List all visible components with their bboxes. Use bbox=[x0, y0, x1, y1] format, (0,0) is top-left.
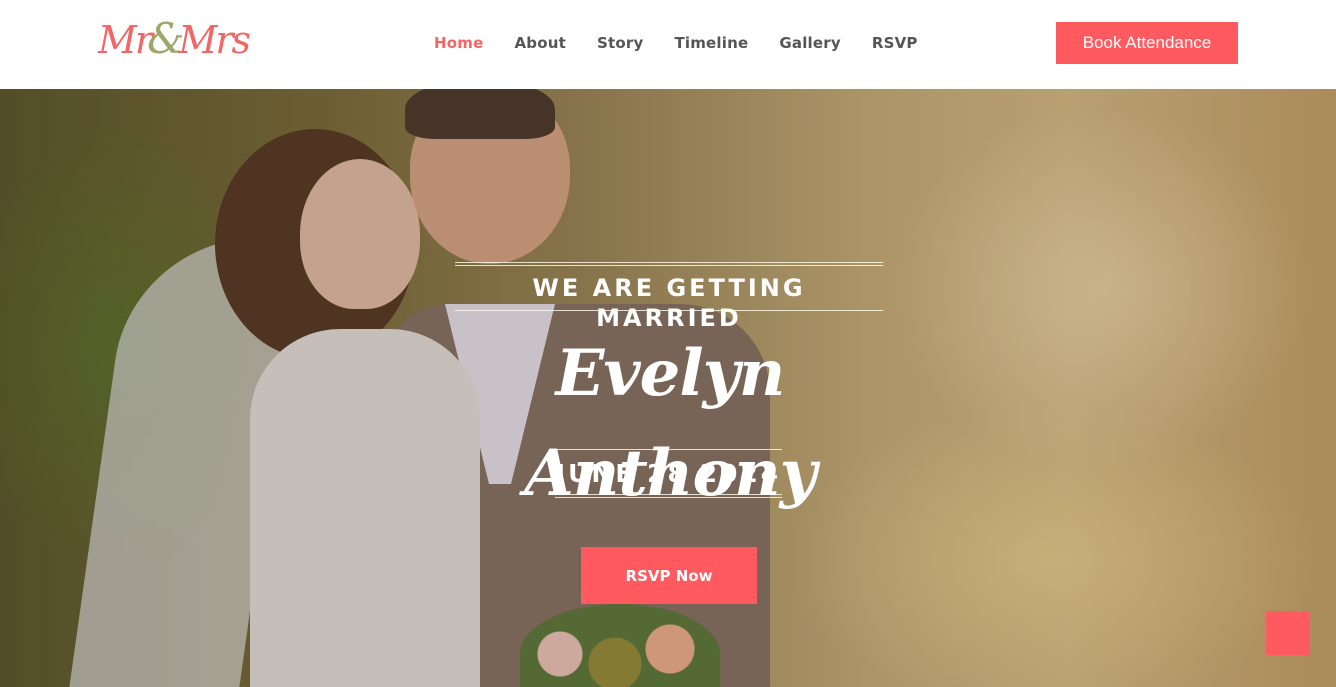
nav-item-home[interactable]: Home bbox=[434, 30, 483, 56]
navbar: Mr&Mrs Home About Story Timeline Gallery… bbox=[0, 0, 1336, 89]
nav-item-story[interactable]: Story bbox=[597, 30, 643, 56]
date-top-line bbox=[555, 449, 782, 450]
subtitle-bottom-line bbox=[455, 310, 883, 311]
logo-mr: Mr bbox=[98, 18, 153, 62]
main-nav: Home About Story Timeline Gallery RSVP bbox=[434, 30, 949, 56]
nav-item-timeline[interactable]: Timeline bbox=[674, 30, 748, 56]
date-bottom-line bbox=[555, 494, 782, 495]
nav-item-gallery[interactable]: Gallery bbox=[779, 30, 840, 56]
site-logo[interactable]: Mr&Mrs bbox=[98, 14, 268, 64]
scroll-top-icon[interactable] bbox=[1266, 611, 1310, 655]
logo-mrs: Mrs bbox=[178, 18, 251, 62]
hero-section: WE ARE GETTING MARRIED Evelyn Anthony JU… bbox=[0, 89, 1336, 687]
date-bottom-line-2 bbox=[555, 497, 782, 498]
subtitle-top-line-2 bbox=[455, 265, 883, 266]
rsvp-now-button[interactable]: RSVP Now bbox=[581, 547, 757, 604]
book-attendance-button[interactable]: Book Attendance bbox=[1056, 22, 1238, 64]
subtitle-top-line bbox=[455, 262, 883, 263]
nav-item-about[interactable]: About bbox=[514, 30, 566, 56]
wedding-date: JUNE 28 2024 bbox=[555, 459, 782, 488]
nav-item-rsvp[interactable]: RSVP bbox=[872, 30, 918, 56]
